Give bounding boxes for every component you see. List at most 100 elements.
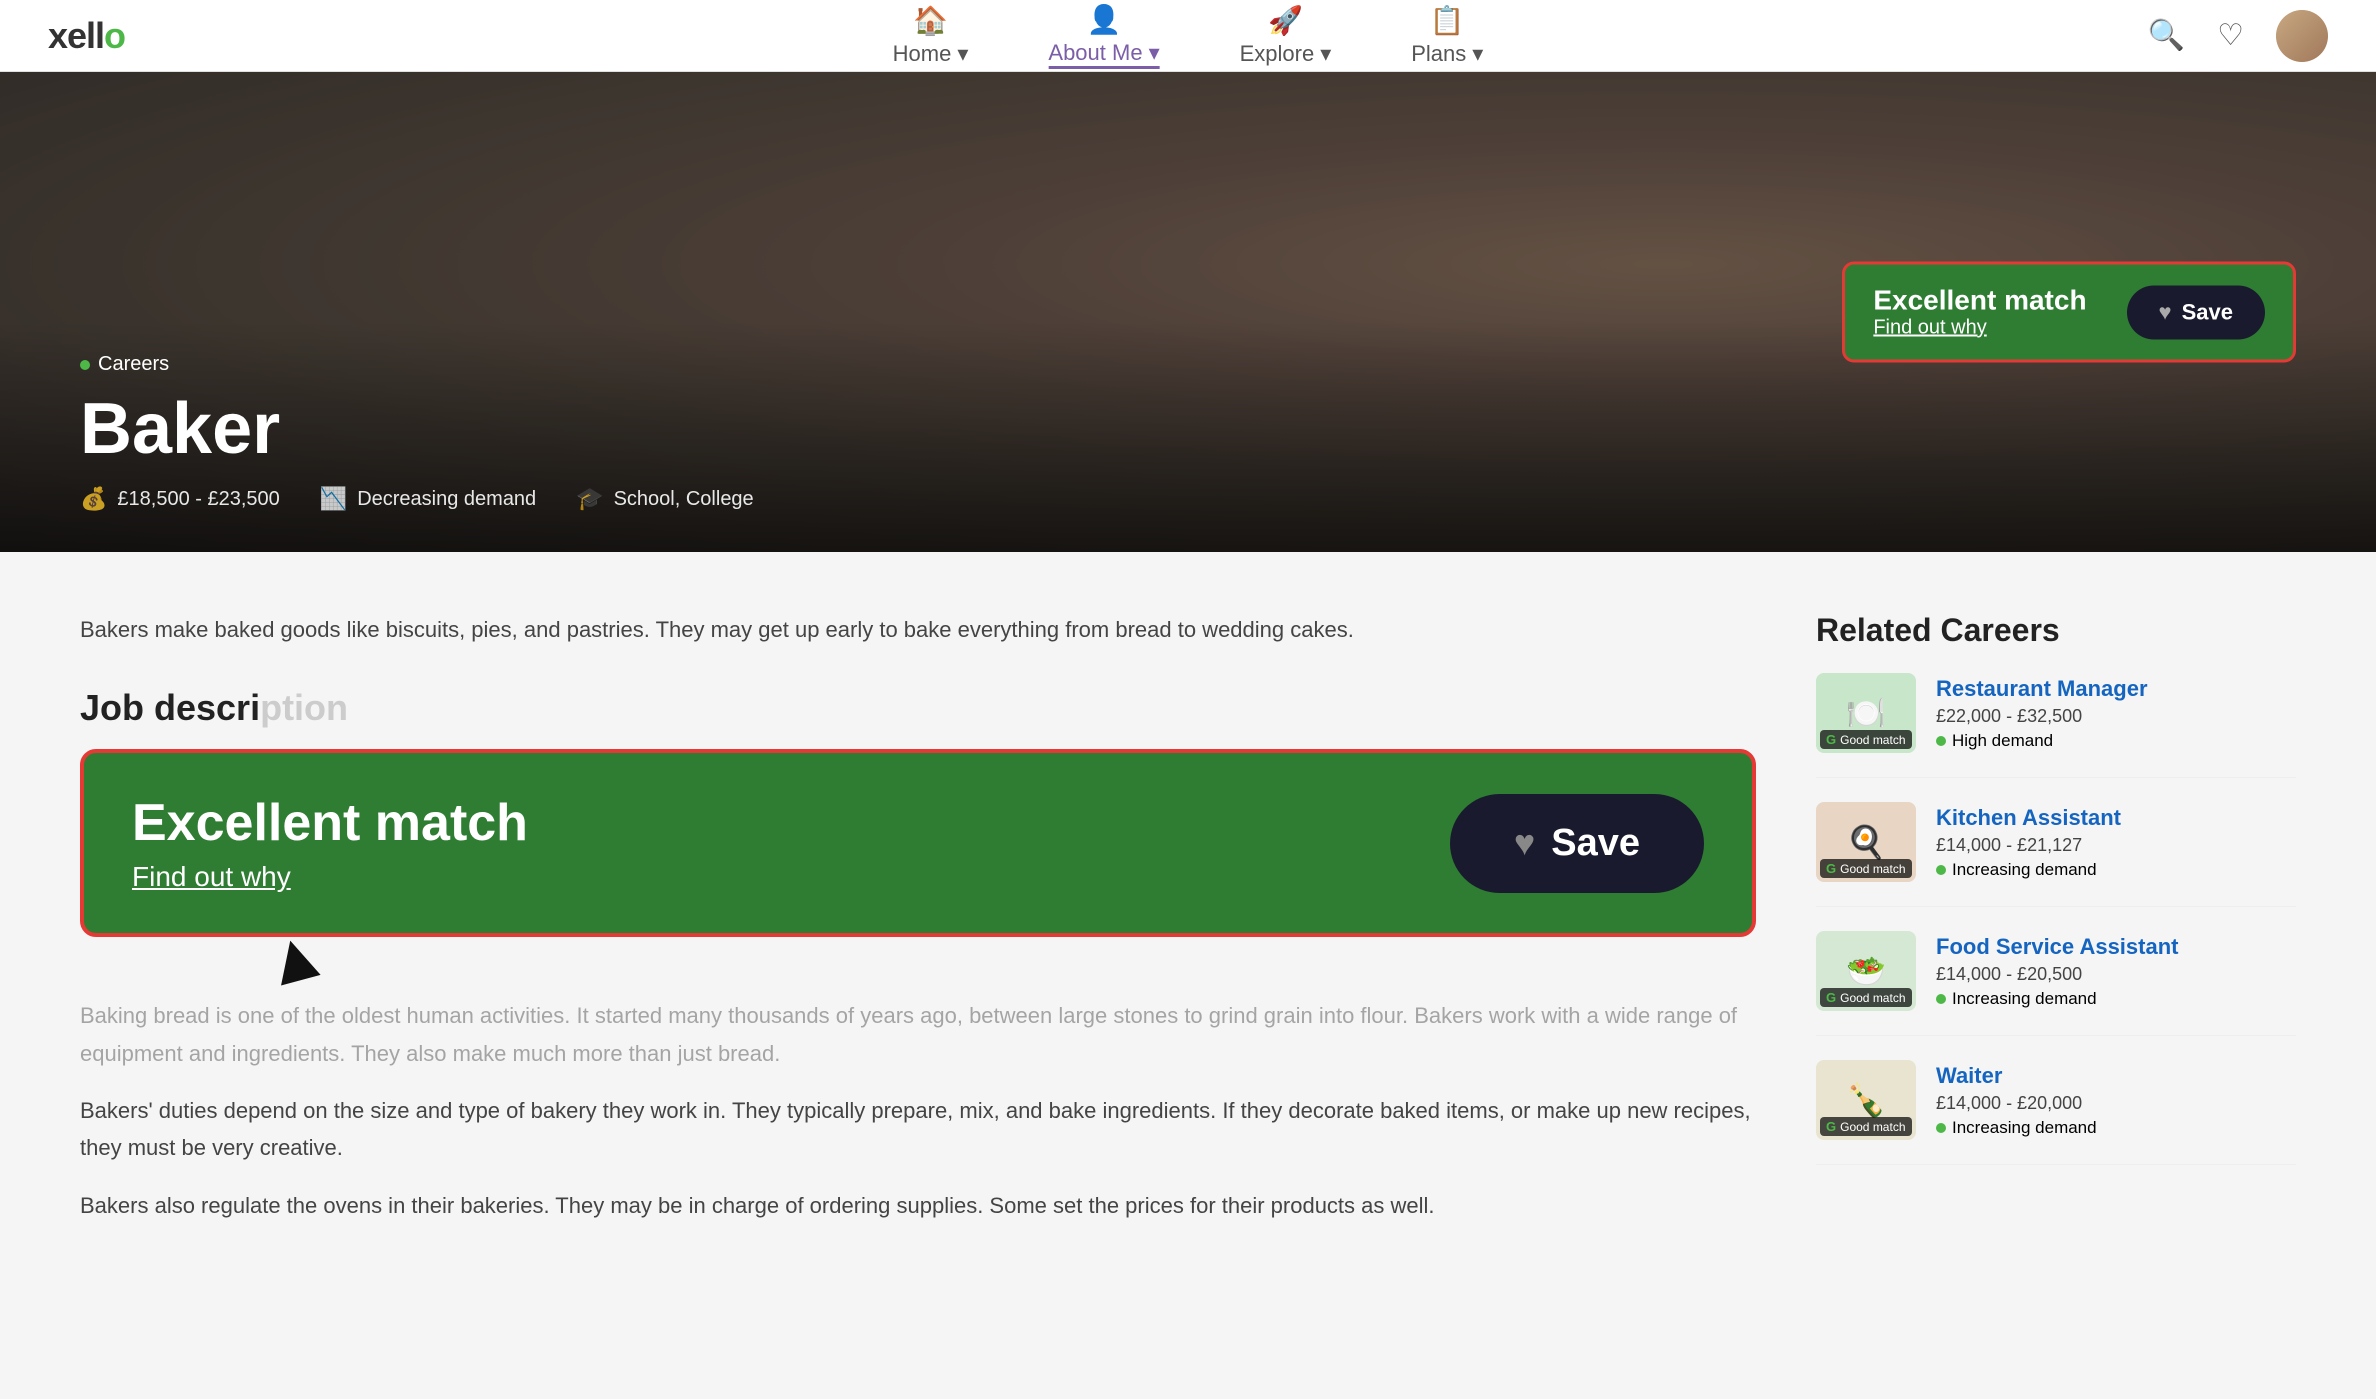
search-icon[interactable]: 🔍: [2148, 18, 2185, 53]
related-info-waiter: Waiter £14,000 - £20,000 Increasing dema…: [1936, 1063, 2097, 1138]
related-item-kitchen-assistant: 🍳 G Good match Kitchen Assistant £14,000…: [1816, 802, 2296, 907]
save-label-big: Save: [1551, 822, 1640, 865]
nav-home-label: Home: [893, 41, 952, 67]
match-text-hero: Excellent match Find out why: [1873, 285, 2086, 340]
career-salary-waiter: £14,000 - £20,000: [1936, 1093, 2097, 1114]
content-left: Bakers make baked goods like biscuits, p…: [80, 612, 1756, 1244]
demand-value: Decreasing demand: [357, 488, 536, 511]
related-thumb-food-service: 🥗 G Good match: [1816, 931, 1916, 1011]
demand-badge-restaurant: High demand: [1936, 731, 2148, 751]
avatar[interactable]: [2276, 10, 2328, 62]
about-me-icon: 👤: [1087, 3, 1122, 36]
salary-meta: 💰 £18,500 - £23,500: [80, 486, 280, 512]
demand-badge-food-service: Increasing demand: [1936, 989, 2178, 1009]
nav-plans[interactable]: 📋 Plans ▾: [1411, 4, 1483, 67]
related-careers-title: Related Careers: [1816, 612, 2296, 649]
favorites-icon[interactable]: ♡: [2217, 18, 2244, 53]
demand-text-waiter: Increasing demand: [1952, 1118, 2097, 1138]
nav-home[interactable]: 🏠 Home ▾: [893, 4, 969, 67]
education-value: School, College: [614, 488, 754, 511]
explore-chevron-icon: ▾: [1320, 41, 1331, 67]
related-thumb-kitchen-assistant: 🍳 G Good match: [1816, 802, 1916, 882]
nav-plans-label: Plans: [1411, 41, 1466, 67]
demand-badge-kitchen: Increasing demand: [1936, 860, 2121, 880]
related-thumb-icon-food-service: 🥗: [1846, 952, 1886, 990]
body-para-2: Bakers' duties depend on the size and ty…: [80, 1092, 1756, 1167]
intro-description: Bakers make baked goods like biscuits, p…: [80, 612, 1756, 647]
match-badge-waiter: G Good match: [1820, 1117, 1912, 1136]
career-salary-kitchen: £14,000 - £21,127: [1936, 835, 2121, 856]
related-thumb-restaurant-manager: 🍽️ G Good match: [1816, 673, 1916, 753]
related-info-restaurant: Restaurant Manager £22,000 - £32,500 Hig…: [1936, 676, 2148, 751]
find-out-why-big[interactable]: Find out why: [132, 861, 528, 893]
body-para-1: Baking bread is one of the oldest human …: [80, 997, 1756, 1072]
salary-icon: 💰: [80, 486, 107, 512]
navbar: xello 🏠 Home ▾ 👤 About Me ▾ 🚀 Explore ▾ …: [0, 0, 2376, 72]
match-box-hero: Excellent match Find out why ♥ Save: [1842, 262, 2296, 363]
career-link-food-service[interactable]: Food Service Assistant: [1936, 934, 2178, 959]
match-badge-restaurant: G Good match: [1820, 730, 1912, 749]
match-badge-food-service: G Good match: [1820, 988, 1912, 1007]
nav-center: 🏠 Home ▾ 👤 About Me ▾ 🚀 Explore ▾ 📋 Plan…: [893, 3, 1484, 69]
salary-value: £18,500 - £23,500: [117, 488, 279, 511]
demand-meta: 📉 Decreasing demand: [320, 486, 536, 512]
heart-icon-hero: ♥: [2159, 299, 2172, 325]
career-link-kitchen-assistant[interactable]: Kitchen Assistant: [1936, 805, 2121, 830]
demand-badge-waiter: Increasing demand: [1936, 1118, 2097, 1138]
career-salary-restaurant: £22,000 - £32,500: [1936, 706, 2148, 727]
career-link-restaurant-manager[interactable]: Restaurant Manager: [1936, 676, 2148, 701]
related-item-food-service: 🥗 G Good match Food Service Assistant £1…: [1816, 931, 2296, 1036]
avatar-image: [2276, 10, 2328, 62]
breadcrumb-label[interactable]: Careers: [98, 353, 169, 376]
nav-explore[interactable]: 🚀 Explore ▾: [1240, 4, 1332, 67]
demand-dot-waiter: [1936, 1123, 1946, 1133]
match-title-hero: Excellent match: [1873, 285, 2086, 317]
nav-about-me-label: About Me: [1048, 40, 1142, 66]
heart-icon-big: ♥: [1514, 822, 1535, 864]
hero-section: Careers Baker 💰 £18,500 - £23,500 📉 Decr…: [0, 72, 2376, 552]
education-meta: 🎓 School, College: [576, 486, 754, 512]
related-item-waiter: 🍾 G Good match Waiter £14,000 - £20,000 …: [1816, 1060, 2296, 1165]
education-icon: 🎓: [576, 486, 603, 512]
demand-dot-food-service: [1936, 994, 1946, 1004]
main-content: Bakers make baked goods like biscuits, p…: [0, 552, 2376, 1304]
related-thumb-waiter: 🍾 G Good match: [1816, 1060, 1916, 1140]
content-right: Related Careers 🍽️ G Good match Restaura…: [1816, 612, 2296, 1244]
find-out-why-hero[interactable]: Find out why: [1873, 317, 2086, 340]
career-salary-food-service: £14,000 - £20,500: [1936, 964, 2178, 985]
save-button-hero[interactable]: ♥ Save: [2127, 285, 2265, 339]
related-item-restaurant-manager: 🍽️ G Good match Restaurant Manager £22,0…: [1816, 673, 2296, 778]
nav-about-me[interactable]: 👤 About Me ▾: [1048, 3, 1159, 69]
logo[interactable]: xello: [48, 15, 125, 57]
nav-explore-label: Explore: [1240, 41, 1315, 67]
match-box-big: Excellent match Find out why ♥ Save: [80, 749, 1756, 937]
related-thumb-icon-waiter: 🍾: [1846, 1081, 1886, 1119]
plans-chevron-icon: ▾: [1472, 41, 1483, 67]
match-text-big: Excellent match Find out why: [132, 793, 528, 893]
about-me-chevron-icon: ▾: [1149, 40, 1160, 66]
job-description-title: Job description: [80, 687, 1756, 729]
demand-dot-kitchen: [1936, 865, 1946, 875]
home-chevron-icon: ▾: [957, 41, 968, 67]
related-info-kitchen: Kitchen Assistant £14,000 - £21,127 Incr…: [1936, 805, 2121, 880]
plans-icon: 📋: [1430, 4, 1465, 37]
hero-meta: 💰 £18,500 - £23,500 📉 Decreasing demand …: [80, 486, 2296, 512]
career-link-waiter[interactable]: Waiter: [1936, 1063, 2002, 1088]
demand-text-restaurant: High demand: [1952, 731, 2053, 751]
demand-text-kitchen: Increasing demand: [1952, 860, 2097, 880]
home-icon: 🏠: [913, 4, 948, 37]
page-title: Baker: [80, 388, 2296, 470]
related-thumb-icon-kitchen: 🍳: [1846, 823, 1886, 861]
match-badge-kitchen: G Good match: [1820, 859, 1912, 878]
related-careers-list: 🍽️ G Good match Restaurant Manager £22,0…: [1816, 673, 2296, 1165]
save-button-big[interactable]: ♥ Save: [1450, 794, 1704, 893]
body-para-3: Bakers also regulate the ovens in their …: [80, 1187, 1756, 1224]
related-info-food-service: Food Service Assistant £14,000 - £20,500…: [1936, 934, 2178, 1009]
explore-icon: 🚀: [1268, 4, 1303, 37]
breadcrumb-dot: [80, 360, 90, 370]
save-label-hero: Save: [2182, 299, 2233, 325]
demand-icon: 📉: [320, 486, 347, 512]
related-thumb-icon-restaurant: 🍽️: [1846, 694, 1886, 732]
demand-text-food-service: Increasing demand: [1952, 989, 2097, 1009]
nav-right: 🔍 ♡: [2148, 10, 2328, 62]
